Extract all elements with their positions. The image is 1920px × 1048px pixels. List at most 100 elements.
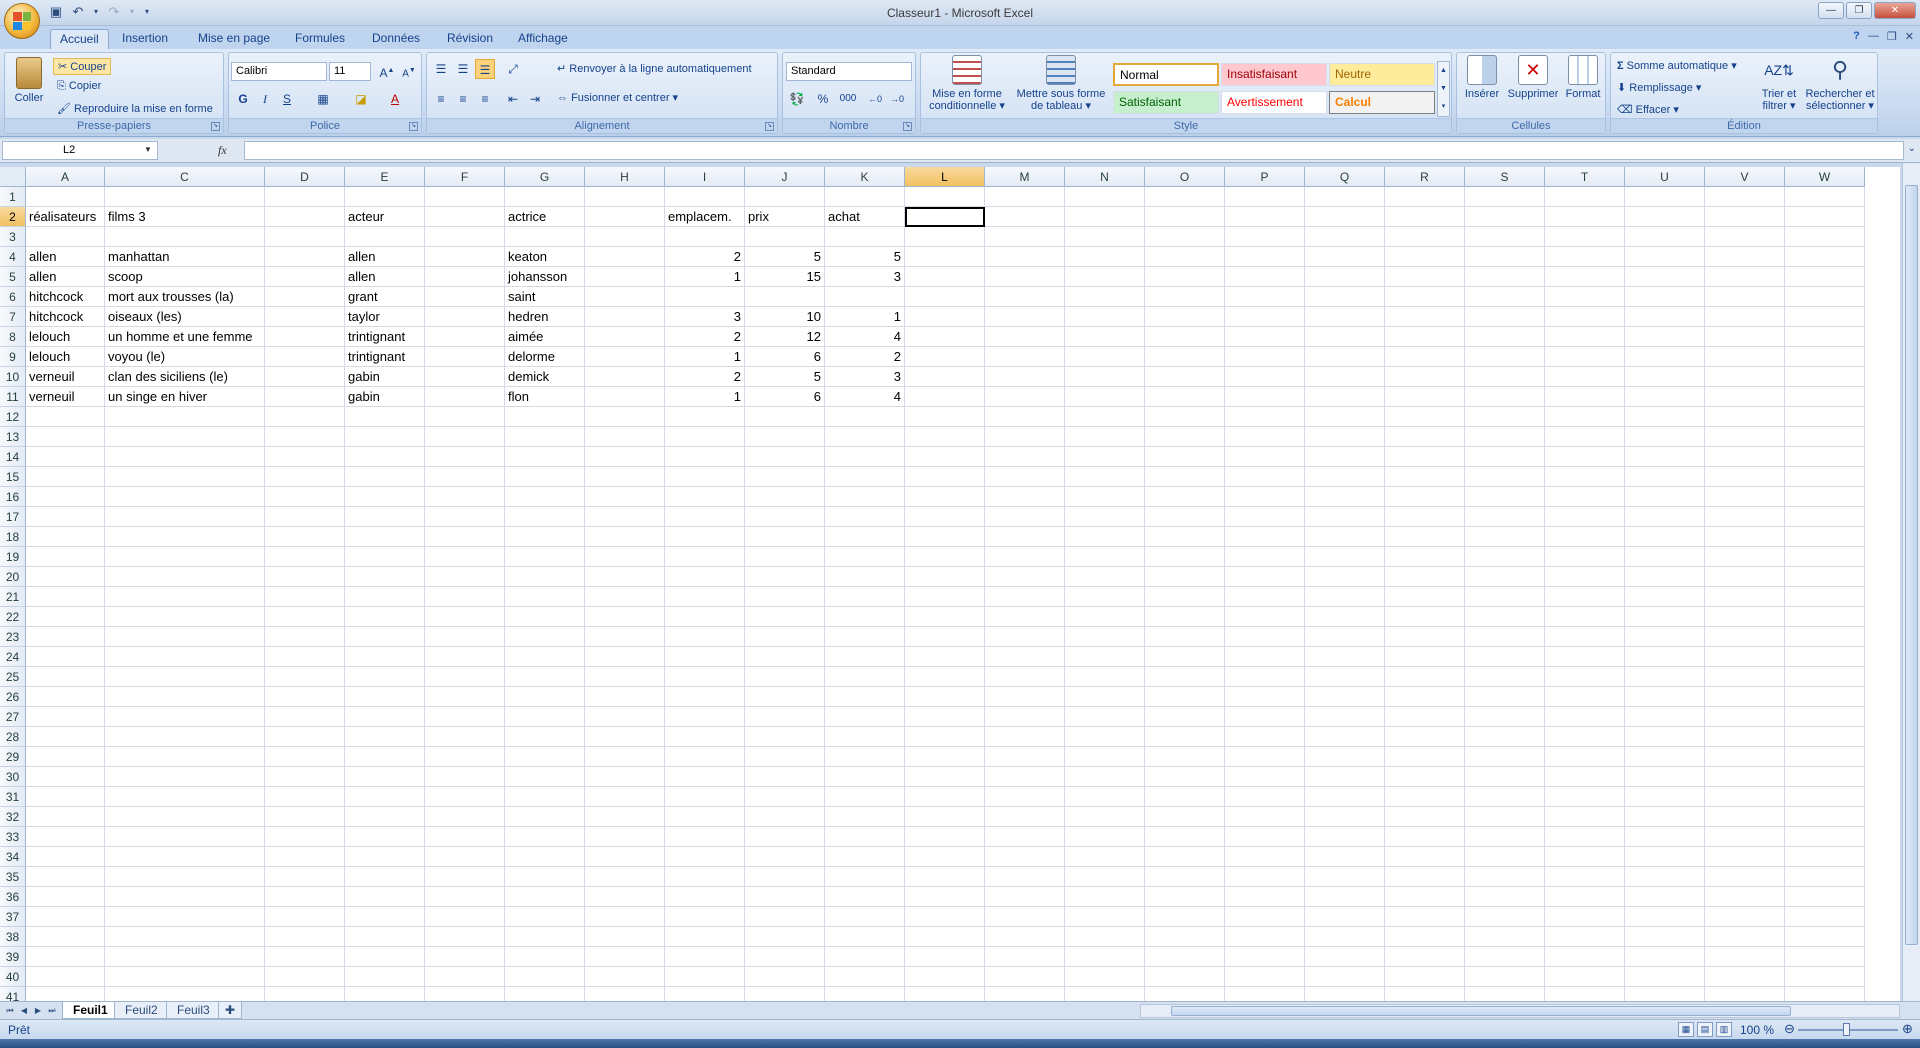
minimize-button[interactable]: —	[1818, 2, 1844, 19]
cell-k7[interactable]: 1	[825, 307, 905, 327]
cell[interactable]	[665, 927, 745, 947]
cell[interactable]	[1785, 447, 1865, 467]
cell[interactable]	[585, 287, 665, 307]
cell[interactable]	[745, 767, 825, 787]
cell[interactable]	[985, 767, 1065, 787]
cell[interactable]	[1145, 707, 1225, 727]
cell-i5[interactable]: 1	[665, 267, 745, 287]
cell[interactable]	[1785, 227, 1865, 247]
cell[interactable]	[1225, 407, 1305, 427]
cell[interactable]	[1145, 587, 1225, 607]
cell[interactable]	[505, 587, 585, 607]
cell[interactable]	[345, 467, 425, 487]
cell[interactable]	[265, 447, 345, 467]
cell[interactable]	[1465, 927, 1545, 947]
prev-sheet-icon[interactable]: ◀	[18, 1004, 30, 1017]
cell[interactable]	[825, 827, 905, 847]
cell[interactable]	[1145, 367, 1225, 387]
cell[interactable]	[1545, 507, 1625, 527]
cell[interactable]	[26, 547, 105, 567]
cell[interactable]	[585, 867, 665, 887]
cell[interactable]	[1225, 187, 1305, 207]
cell[interactable]	[1145, 747, 1225, 767]
cell[interactable]	[1625, 667, 1705, 687]
row-header[interactable]: 17	[0, 507, 26, 527]
cell[interactable]	[1225, 967, 1305, 987]
cell[interactable]	[1065, 247, 1145, 267]
cell[interactable]	[265, 787, 345, 807]
cell[interactable]	[425, 887, 505, 907]
cell[interactable]	[1225, 427, 1305, 447]
cell[interactable]	[505, 927, 585, 947]
cell[interactable]	[1625, 407, 1705, 427]
cell[interactable]	[425, 227, 505, 247]
cell[interactable]	[985, 867, 1065, 887]
column-header-p[interactable]: P	[1225, 167, 1305, 187]
cell[interactable]	[825, 987, 905, 1001]
cell[interactable]	[905, 307, 985, 327]
cell[interactable]	[1145, 967, 1225, 987]
cell[interactable]	[825, 567, 905, 587]
cell[interactable]	[1785, 927, 1865, 947]
cell[interactable]	[905, 587, 985, 607]
style-good[interactable]: Satisfaisant	[1113, 91, 1219, 114]
cell[interactable]	[665, 967, 745, 987]
cell[interactable]	[425, 347, 505, 367]
cell[interactable]	[1545, 627, 1625, 647]
cell[interactable]	[905, 247, 985, 267]
cell[interactable]	[345, 907, 425, 927]
cell[interactable]	[1545, 947, 1625, 967]
cell[interactable]	[505, 227, 585, 247]
cell[interactable]	[1545, 967, 1625, 987]
cell[interactable]	[1065, 787, 1145, 807]
orientation-icon[interactable]: ⤢	[503, 59, 523, 79]
cell[interactable]	[985, 967, 1065, 987]
workbook-minimize-icon[interactable]: —	[1868, 30, 1879, 43]
cell[interactable]	[985, 487, 1065, 507]
row-header[interactable]: 23	[0, 627, 26, 647]
cell[interactable]	[425, 447, 505, 467]
cell[interactable]	[1545, 367, 1625, 387]
cell[interactable]	[665, 527, 745, 547]
cell[interactable]	[1305, 227, 1385, 247]
cell[interactable]	[1545, 207, 1625, 227]
cell[interactable]	[1705, 307, 1785, 327]
cell[interactable]	[1705, 507, 1785, 527]
cell[interactable]	[905, 727, 985, 747]
cell[interactable]	[1465, 307, 1545, 327]
cell[interactable]	[905, 267, 985, 287]
cell-a7[interactable]: hitchcock	[26, 307, 105, 327]
row-header[interactable]: 32	[0, 807, 26, 827]
cell[interactable]	[1145, 487, 1225, 507]
cell[interactable]	[105, 967, 265, 987]
cell[interactable]	[26, 747, 105, 767]
cell[interactable]	[665, 987, 745, 1001]
cell[interactable]	[1065, 227, 1145, 247]
cell[interactable]	[665, 667, 745, 687]
cell[interactable]	[745, 627, 825, 647]
cell[interactable]	[905, 287, 985, 307]
cell[interactable]	[1225, 527, 1305, 547]
cell[interactable]	[1225, 227, 1305, 247]
cell[interactable]	[1465, 727, 1545, 747]
cell[interactable]	[345, 647, 425, 667]
cell-i7[interactable]: 3	[665, 307, 745, 327]
cell[interactable]	[1305, 287, 1385, 307]
cell[interactable]	[1705, 427, 1785, 447]
cell[interactable]	[585, 327, 665, 347]
cell[interactable]	[1785, 367, 1865, 387]
cell-g6[interactable]: saint	[505, 287, 585, 307]
row-header[interactable]: 34	[0, 847, 26, 867]
cell[interactable]	[1465, 967, 1545, 987]
cell[interactable]	[745, 727, 825, 747]
cell[interactable]	[265, 827, 345, 847]
cell[interactable]	[1305, 647, 1385, 667]
cell[interactable]	[1545, 567, 1625, 587]
cell[interactable]	[825, 747, 905, 767]
cell[interactable]	[425, 487, 505, 507]
cell[interactable]	[265, 727, 345, 747]
cell[interactable]	[1385, 427, 1465, 447]
cell[interactable]	[1225, 607, 1305, 627]
cell[interactable]	[1625, 807, 1705, 827]
cell[interactable]	[825, 887, 905, 907]
